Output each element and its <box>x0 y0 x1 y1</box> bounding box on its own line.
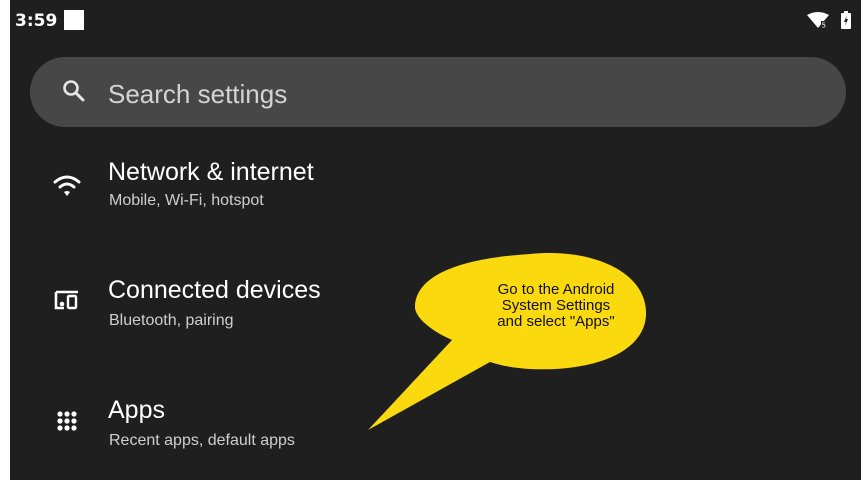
settings-item-connected-devices[interactable]: Connected devices Bluetooth, pairing <box>10 270 861 370</box>
settings-item-subtitle: Bluetooth, pairing <box>109 312 234 329</box>
connected-devices-icon <box>52 284 82 314</box>
settings-item-apps[interactable]: Apps Recent apps, default apps <box>10 390 861 480</box>
wifi-icon <box>52 170 82 200</box>
status-time: 3:59 <box>15 11 58 31</box>
settings-item-title: Network & internet <box>108 158 314 186</box>
svg-text:5: 5 <box>822 22 826 29</box>
search-bar[interactable]: Search settings <box>30 57 846 127</box>
settings-screen: 3:59 5 Search settings Network & interne… <box>10 0 861 480</box>
battery-charging-icon <box>841 11 851 34</box>
notification-square-icon <box>64 10 84 30</box>
search-placeholder: Search settings <box>108 79 288 109</box>
settings-item-title: Connected devices <box>108 276 321 304</box>
status-bar: 3:59 5 <box>10 0 861 34</box>
apps-grid-icon <box>52 406 82 436</box>
settings-item-network[interactable]: Network & internet Mobile, Wi-Fi, hotspo… <box>10 150 861 250</box>
wifi-signal-icon: 5 <box>807 12 829 33</box>
search-icon <box>62 79 86 103</box>
settings-item-subtitle: Mobile, Wi-Fi, hotspot <box>109 192 264 209</box>
settings-item-title: Apps <box>108 396 165 424</box>
settings-item-subtitle: Recent apps, default apps <box>109 432 295 449</box>
